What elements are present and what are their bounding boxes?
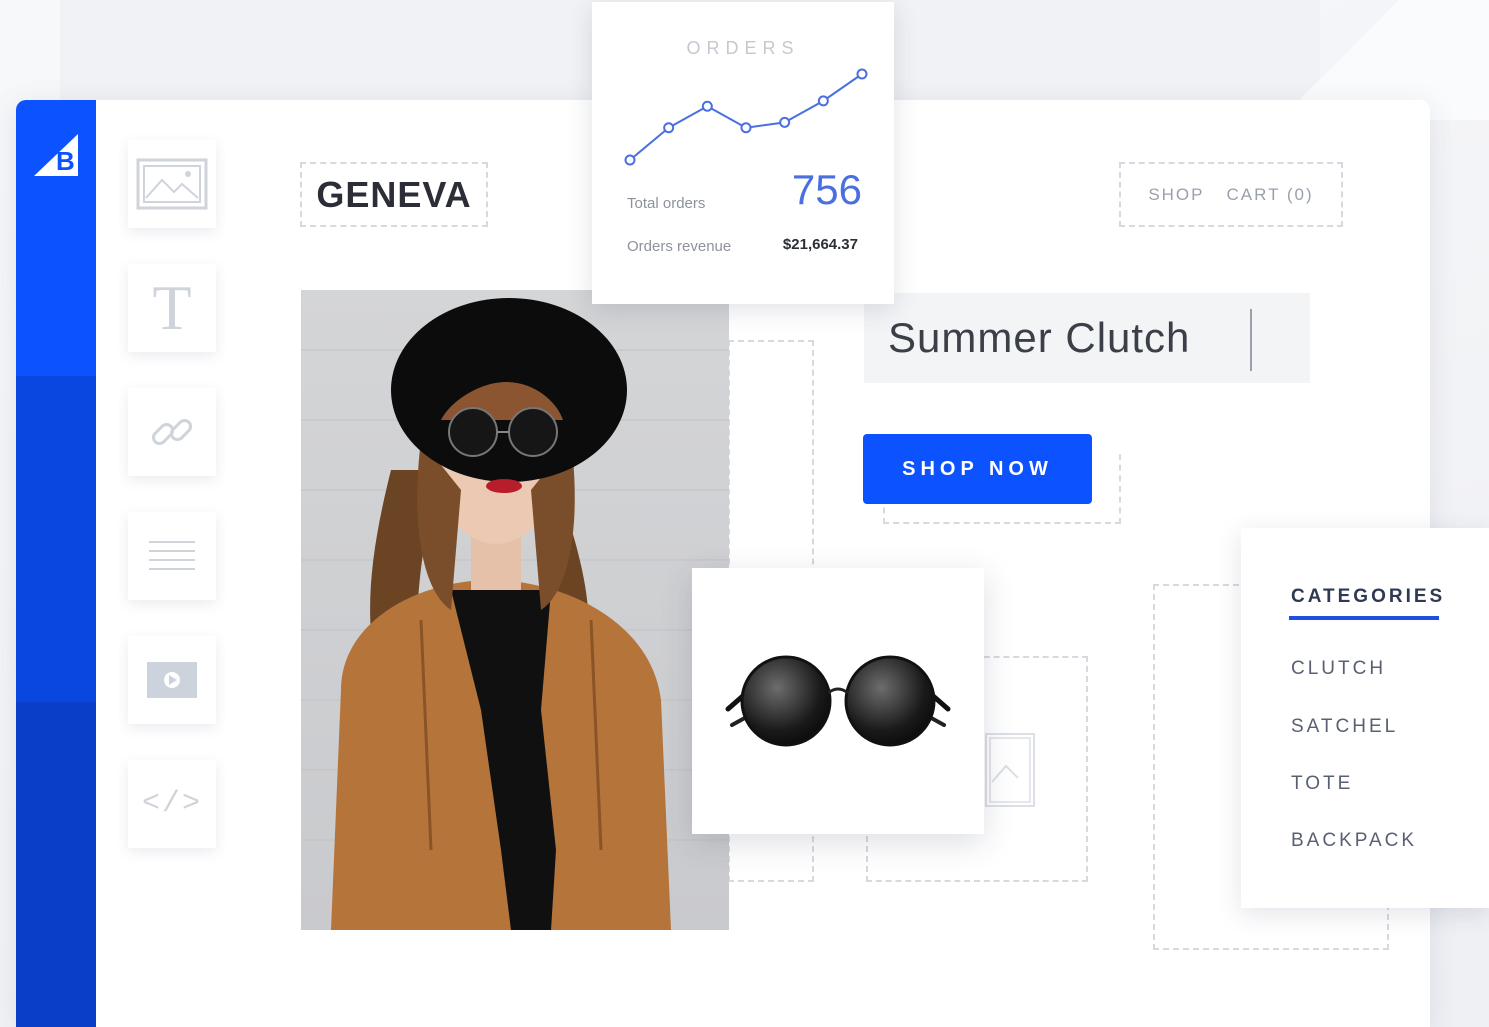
nav-shop-link[interactable]: SHOP (1148, 185, 1204, 205)
orders-data-point-4 (779, 116, 791, 128)
video-tool-icon (147, 662, 197, 698)
orders-data-point-3 (740, 122, 752, 134)
link-tool-icon (151, 418, 193, 446)
video-tool-button[interactable] (128, 636, 216, 724)
category-item-tote[interactable]: TOTE (1291, 773, 1353, 795)
orders-widget: ORDERS Total orders 756 Orders revenue $… (592, 2, 894, 304)
category-item-clutch[interactable]: CLUTCH (1291, 658, 1386, 680)
orders-revenue-value: $21,664.37 (782, 236, 858, 253)
bigcommerce-logo-icon[interactable]: B (32, 130, 82, 180)
store-logo-text[interactable]: GENEVA (300, 162, 488, 227)
shop-now-button[interactable]: SHOP NOW (863, 434, 1092, 504)
hero-model-image[interactable] (301, 290, 729, 930)
text-tool-icon: T (152, 272, 192, 343)
divider-tool-icon (149, 541, 195, 570)
orders-data-point-1 (663, 122, 675, 134)
total-orders-label: Total orders (627, 195, 706, 212)
image-tool-icon (136, 158, 208, 210)
text-cursor (1250, 309, 1252, 371)
code-tool-button[interactable]: </> (128, 760, 216, 848)
total-orders-value: 756 (791, 166, 862, 213)
link-tool-button[interactable] (128, 388, 216, 476)
categories-active-underline (1289, 616, 1439, 620)
orders-data-point-2 (701, 100, 713, 112)
orders-data-point-0 (624, 154, 636, 166)
product-title-input[interactable]: Summer Clutch (864, 293, 1310, 383)
svg-text:B: B (56, 146, 75, 176)
code-tool-icon: </> (141, 787, 202, 821)
orders-line-chart (624, 68, 868, 166)
hero-model-illustration (301, 298, 729, 930)
product-title-text: Summer Clutch (888, 314, 1191, 361)
sunglasses-product-image (725, 655, 951, 747)
image-tool-button[interactable] (128, 140, 216, 228)
category-item-backpack[interactable]: BACKPACK (1291, 830, 1417, 852)
brand-sidebar: B (16, 100, 96, 1027)
product-card-sunglasses[interactable] (692, 568, 984, 834)
orders-data-point-6 (856, 68, 868, 80)
image-placeholder-icon (985, 733, 1035, 807)
store-nav: SHOP CART (0) (1119, 162, 1343, 227)
nav-cart-link[interactable]: CART (0) (1227, 185, 1314, 205)
orders-series-line (629, 73, 863, 161)
categories-title[interactable]: CATEGORIES (1291, 586, 1445, 608)
orders-revenue-label: Orders revenue (627, 238, 732, 255)
orders-data-point-5 (817, 95, 829, 107)
categories-menu: CATEGORIES CLUTCH SATCHEL TOTE BACKPACK (1241, 528, 1489, 908)
text-tool-button[interactable]: T (128, 264, 216, 352)
category-item-satchel[interactable]: SATCHEL (1291, 716, 1398, 738)
divider-tool-button[interactable] (128, 512, 216, 600)
orders-widget-title: ORDERS (686, 38, 800, 58)
